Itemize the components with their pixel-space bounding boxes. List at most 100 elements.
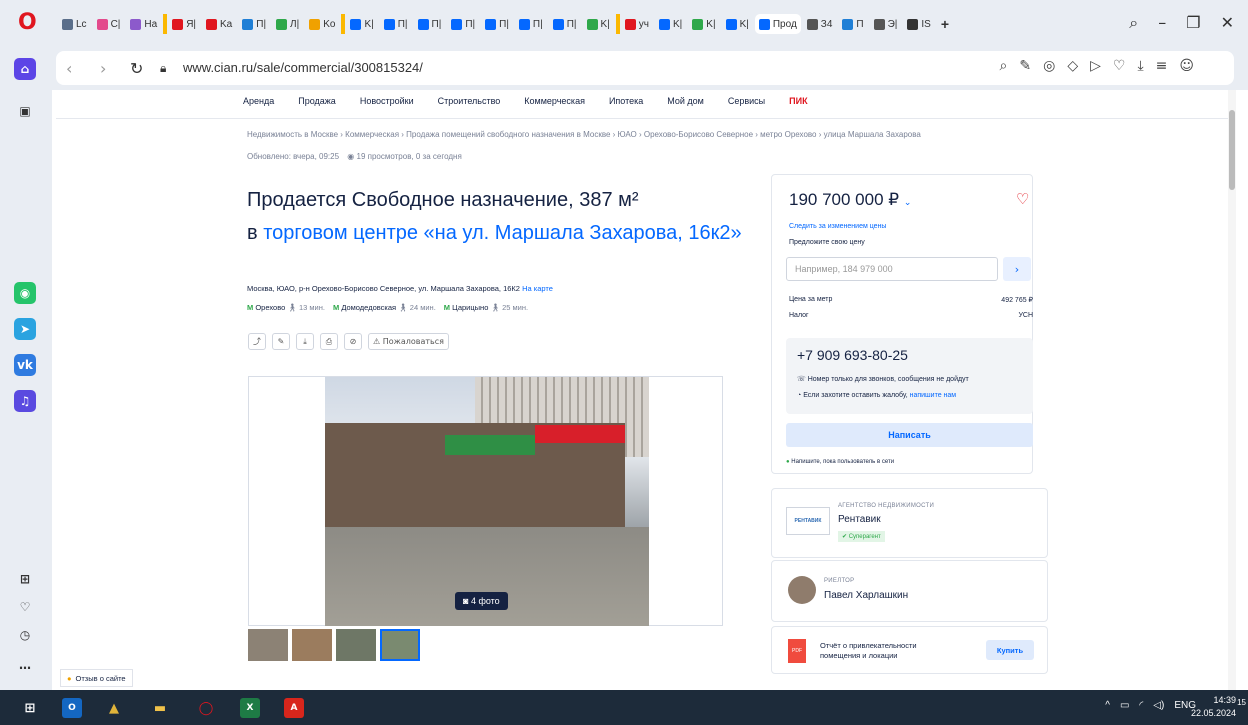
buy-report-button[interactable]: Купить	[986, 640, 1034, 660]
browser-tab[interactable]: K|	[583, 14, 614, 34]
workspace-icon[interactable]: ▣	[14, 100, 36, 122]
maximize-icon[interactable]: ❐	[1186, 13, 1200, 33]
menu-item[interactable]: Строительство	[438, 96, 501, 106]
pdf-reader-icon[interactable]: A	[284, 698, 304, 718]
browser-tab[interactable]: П	[838, 14, 867, 34]
main-photo[interactable]	[325, 377, 649, 626]
close-icon[interactable]: ✕	[1221, 13, 1234, 33]
volume-icon[interactable]: ◁)	[1153, 700, 1164, 711]
home-icon[interactable]: ⌂	[14, 58, 36, 80]
browser-tab[interactable]: уч	[615, 14, 653, 34]
vk-icon[interactable]: vk	[14, 354, 36, 376]
feedback-button[interactable]: ● Отзыв о сайте	[60, 669, 133, 687]
notifications-icon[interactable]: 15	[1237, 698, 1246, 707]
browser-tab[interactable]: П|	[515, 14, 547, 34]
metro-station[interactable]: M Царицыно 🚶︎ 25 мин.	[444, 303, 528, 312]
browser-tab[interactable]: Ko	[305, 14, 339, 34]
metro-station[interactable]: M Домодедовская 🚶︎ 24 мин.	[333, 303, 436, 312]
mall-link[interactable]: торговом центре «на ул. Маршала Захарова…	[263, 222, 741, 244]
browser-tab[interactable]: Lc	[58, 14, 91, 34]
wifi-icon[interactable]: ◜	[1139, 700, 1143, 711]
menu-item[interactable]: Сервисы	[728, 96, 765, 106]
new-tab-icon[interactable]: +	[941, 16, 949, 32]
system-clock[interactable]: 14:39 22.05.2024	[1186, 694, 1236, 720]
more-icon[interactable]: …	[14, 654, 36, 676]
explorer-icon[interactable]: ▬	[150, 698, 170, 718]
browser-tab[interactable]: П|	[549, 14, 581, 34]
offer-price-input[interactable]: Например, 184 979 000	[786, 257, 998, 281]
browser-tab[interactable]: Л|	[272, 14, 303, 34]
photo-gallery[interactable]: ◙ 4 фото	[248, 376, 723, 626]
forward-icon[interactable]: ›	[100, 59, 106, 78]
write-us-link[interactable]: напишите нам	[910, 392, 957, 399]
download-icon[interactable]: ⤓	[1137, 58, 1143, 74]
music-icon[interactable]: ♫	[14, 390, 36, 412]
hide-button[interactable]: ⊘	[344, 333, 362, 350]
phone-number[interactable]: +7 909 693-80-25	[797, 347, 908, 363]
realtor-card[interactable]: РИЕЛТОР Павел Харлашкин	[771, 560, 1048, 622]
outlook-icon[interactable]: O	[62, 698, 82, 718]
share-button[interactable]: ⤴	[248, 333, 266, 350]
search-tabs-icon[interactable]: ⌕	[1129, 13, 1138, 33]
browser-tab[interactable]: K|	[688, 14, 719, 34]
network-icon[interactable]: ▭	[1120, 700, 1129, 711]
back-icon[interactable]: ‹	[66, 59, 72, 78]
address-bar[interactable]: ‹ › ↻ 🔒︎ www.cian.ru/sale/commercial/300…	[56, 51, 1234, 85]
menu-item[interactable]: Новостройки	[360, 96, 414, 106]
browser-tab[interactable]: З4	[803, 14, 837, 34]
tray-chevron-icon[interactable]: ^	[1105, 700, 1110, 711]
browser-tab[interactable]: Ha	[126, 14, 161, 34]
whatsapp-icon[interactable]: ◉	[14, 282, 36, 304]
extensions-icon[interactable]: ⊞	[14, 568, 36, 590]
agency-card[interactable]: РЕНТАВИК АГЕНТСТВО НЕДВИЖИМОСТИ Рентавик…	[771, 488, 1048, 558]
follow-price-link[interactable]: Следить за изменением цены	[789, 223, 886, 230]
browser-tab[interactable]: Э|	[870, 14, 902, 34]
breadcrumb[interactable]: Недвижимость в Москве › Коммерческая › П…	[247, 130, 921, 139]
agency-name[interactable]: Рентавик	[838, 514, 881, 525]
browser-tab[interactable]: Я|	[163, 14, 200, 34]
camera-icon[interactable]: ◎	[1043, 58, 1055, 74]
menu-item[interactable]: Коммерческая	[524, 96, 585, 106]
profile-icon[interactable]: ☺	[1179, 58, 1194, 74]
url-text[interactable]: www.cian.ru/sale/commercial/300815324/	[183, 60, 423, 75]
photo-thumbnail-selected[interactable]	[380, 629, 420, 661]
send-icon[interactable]: ▷	[1090, 58, 1101, 74]
chevron-down-icon[interactable]: ⌄	[904, 197, 912, 207]
minimize-icon[interactable]: –	[1158, 13, 1166, 33]
browser-tab[interactable]: П|	[380, 14, 412, 34]
browser-tab[interactable]: П|	[238, 14, 270, 34]
scrollbar-thumb[interactable]	[1229, 110, 1235, 190]
favorite-heart-icon[interactable]: ♡	[1016, 190, 1029, 208]
browser-tab[interactable]: П|	[414, 14, 446, 34]
write-message-button[interactable]: Написать	[786, 423, 1033, 447]
menu-item[interactable]: Ипотека	[609, 96, 643, 106]
opera-logo-icon[interactable]: O	[18, 12, 38, 34]
browser-tab[interactable]: K|	[341, 14, 377, 34]
browser-tab[interactable]: П|	[447, 14, 479, 34]
shield-icon[interactable]: ◇	[1067, 58, 1078, 74]
photo-thumbnail[interactable]	[248, 629, 288, 661]
browser-tab[interactable]: K|	[655, 14, 686, 34]
print-button[interactable]: ⎙	[320, 333, 338, 350]
search-icon[interactable]: ⌕	[1000, 58, 1008, 74]
on-map-link[interactable]: На карте	[522, 284, 553, 293]
telegram-icon[interactable]: ➤	[14, 318, 36, 340]
chart-app-icon[interactable]: ▲	[104, 698, 124, 718]
realtor-name[interactable]: Павел Харлашкин	[824, 590, 908, 601]
browser-tab[interactable]: Ka	[202, 14, 236, 34]
menu-item-pik[interactable]: ПИК	[789, 96, 807, 106]
photo-thumbnail[interactable]	[292, 629, 332, 661]
history-clock-icon[interactable]: ◷	[14, 624, 36, 646]
menu-item[interactable]: Мой дом	[667, 96, 704, 106]
browser-tab[interactable]: C|	[93, 14, 125, 34]
scrollbar[interactable]	[1228, 90, 1236, 690]
photo-count-badge[interactable]: ◙ 4 фото	[455, 592, 508, 610]
menu-item[interactable]: Аренда	[243, 96, 274, 106]
favorites-heart-icon[interactable]: ♡	[14, 596, 36, 618]
browser-tab[interactable]: K|	[722, 14, 753, 34]
edit-icon[interactable]: ✎	[1019, 58, 1031, 74]
download-button[interactable]: ⤓	[296, 333, 314, 350]
bookmark-heart-icon[interactable]: ♡	[1113, 58, 1126, 74]
photo-thumbnail[interactable]	[336, 629, 376, 661]
start-icon[interactable]: ⊞	[20, 698, 40, 718]
